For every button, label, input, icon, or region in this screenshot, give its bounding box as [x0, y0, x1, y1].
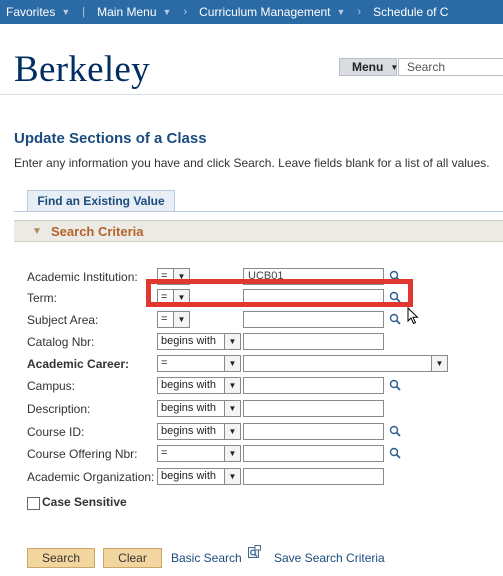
- campus-label: Campus:: [27, 379, 76, 393]
- operator-value: begins with: [161, 335, 217, 347]
- subject-area-label: Subject Area:: [27, 313, 99, 327]
- nav-favorites[interactable]: Favorites ▼: [0, 5, 76, 19]
- course-offering-nbr-input[interactable]: [243, 445, 384, 462]
- nav-main-menu[interactable]: Main Menu ▼: [91, 5, 177, 19]
- subject-area-operator[interactable]: = ▼: [157, 311, 190, 328]
- course-offering-nbr-operator[interactable]: = ▼: [157, 445, 241, 462]
- search-button[interactable]: Search: [27, 548, 95, 568]
- academic-career-select[interactable]: ▼: [243, 355, 448, 372]
- dropdown-arrow-icon: ▼: [431, 356, 447, 371]
- breadcrumb-separator-icon: ›: [183, 6, 188, 18]
- menu-label: Menu: [352, 60, 384, 74]
- case-sensitive-label: Case Sensitive: [42, 495, 127, 509]
- lookup-magnifier-icon[interactable]: [389, 379, 401, 391]
- term-label: Term:: [27, 291, 57, 305]
- operator-value: begins with: [161, 402, 217, 414]
- nav-divider: |: [82, 6, 86, 18]
- save-search-criteria-link[interactable]: Save Search Criteria: [274, 551, 385, 565]
- description-input[interactable]: [243, 400, 384, 417]
- academic-career-label: Academic Career:: [27, 357, 130, 371]
- dropdown-arrow-icon: ▼: [224, 334, 240, 349]
- dropdown-arrow-icon: ▼: [224, 401, 240, 416]
- course-id-operator[interactable]: begins with ▼: [157, 423, 241, 440]
- nav-schedule-of-classes[interactable]: Schedule of C: [367, 5, 454, 19]
- academic-organization-operator[interactable]: begins with ▼: [157, 468, 241, 485]
- operator-value: begins with: [161, 379, 217, 391]
- nav-curriculum-management[interactable]: Curriculum Management ▼: [193, 5, 351, 19]
- campus-input[interactable]: [243, 377, 384, 394]
- academic-institution-label: Academic Institution:: [27, 270, 138, 284]
- dropdown-arrow-icon: ▼: [224, 446, 240, 461]
- operator-value: =: [161, 357, 168, 369]
- operator-value: =: [161, 313, 168, 325]
- header-banner: Berkeley Menu ▼ Search: [0, 24, 503, 95]
- course-offering-nbr-label: Course Offering Nbr:: [27, 447, 138, 461]
- tab-divider: [14, 211, 503, 212]
- chevron-down-icon: ▼: [61, 7, 71, 17]
- course-id-label: Course ID:: [27, 425, 85, 439]
- description-operator[interactable]: begins with ▼: [157, 400, 241, 417]
- nav-main-menu-label: Main Menu: [97, 5, 157, 19]
- catalog-nbr-operator[interactable]: begins with ▼: [157, 333, 241, 350]
- tab-find-existing-value[interactable]: Find an Existing Value: [27, 190, 175, 212]
- search-criteria-label: Search Criteria: [51, 224, 144, 239]
- dropdown-arrow-icon: ▼: [224, 356, 240, 371]
- case-sensitive-checkbox[interactable]: [27, 497, 40, 510]
- mouse-cursor-icon: [407, 306, 419, 328]
- term-row-highlight-annotation: [146, 279, 413, 307]
- basic-search-link[interactable]: Basic Search: [171, 551, 242, 565]
- chevron-down-icon: ▼: [162, 7, 172, 17]
- description-label: Description:: [27, 402, 91, 416]
- clear-button[interactable]: Clear: [103, 548, 162, 568]
- operator-value: =: [161, 447, 168, 459]
- lookup-magnifier-icon[interactable]: [389, 425, 401, 437]
- collapse-triangle-icon: ▼: [32, 226, 42, 237]
- academic-organization-label: Academic Organization:: [27, 470, 155, 484]
- dropdown-arrow-icon: ▼: [224, 378, 240, 393]
- dropdown-arrow-icon: ▼: [224, 424, 240, 439]
- lookup-magnifier-icon[interactable]: [389, 313, 401, 325]
- dropdown-arrow-icon: ▼: [173, 312, 189, 327]
- search-criteria-header[interactable]: ▼ Search Criteria: [14, 220, 503, 242]
- global-search-input[interactable]: Search: [398, 58, 503, 76]
- academic-organization-input[interactable]: [243, 468, 384, 485]
- catalog-nbr-label: Catalog Nbr:: [27, 335, 95, 349]
- subject-area-input[interactable]: [243, 311, 384, 328]
- berkeley-logo: Berkeley: [14, 49, 150, 90]
- breadcrumb-separator-icon: ›: [357, 6, 362, 18]
- catalog-nbr-input[interactable]: [243, 333, 384, 350]
- page-title: Update Sections of a Class: [14, 130, 207, 147]
- operator-value: begins with: [161, 470, 217, 482]
- chevron-down-icon: ▼: [336, 7, 346, 17]
- menu-dropdown-button[interactable]: Menu ▼: [339, 58, 398, 76]
- campus-operator[interactable]: begins with ▼: [157, 377, 241, 394]
- academic-career-operator[interactable]: = ▼: [157, 355, 241, 372]
- course-id-input[interactable]: [243, 423, 384, 440]
- nav-schedule-label: Schedule of C: [373, 5, 449, 19]
- lookup-magnifier-icon[interactable]: [389, 447, 401, 459]
- instructions-text: Enter any information you have and click…: [14, 156, 490, 170]
- save-search-icon[interactable]: [248, 545, 261, 558]
- dropdown-arrow-icon: ▼: [224, 469, 240, 484]
- nav-curriculum-label: Curriculum Management: [199, 5, 331, 19]
- nav-favorites-label: Favorites: [6, 5, 56, 19]
- top-nav-bar: Favorites ▼ | Main Menu ▼ › Curriculum Man…: [0, 0, 503, 24]
- operator-value: begins with: [161, 425, 217, 437]
